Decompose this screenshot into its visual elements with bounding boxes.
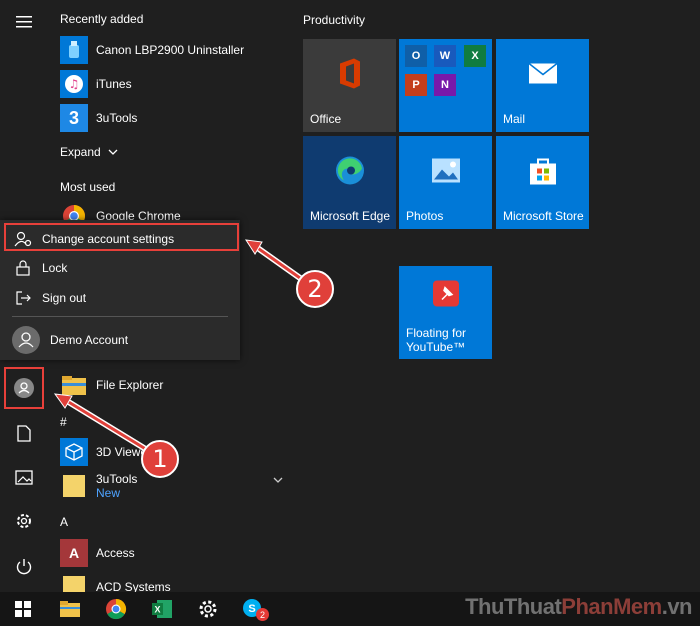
windows-logo-icon [15,601,31,617]
taskbar-excel[interactable]: X [139,592,185,626]
annotation-step-1: 1 [141,440,179,478]
annotation-step-2: 2 [296,270,334,308]
settings-gear-icon [199,600,217,618]
excel-icon: X [152,600,172,618]
watermark-part2: PhanMem [561,594,662,619]
folder-icon [60,601,80,617]
watermark: ThuThuatPhanMem.vn [465,594,692,620]
watermark-part1: ThuThuat [465,594,562,619]
svg-text:S: S [248,603,255,615]
watermark-part3: .vn [661,594,693,619]
chrome-icon [106,598,127,620]
taskbar-file-explorer[interactable] [47,592,93,626]
taskbar-settings[interactable] [185,592,231,626]
taskbar-chrome[interactable] [93,592,139,626]
start-button[interactable] [0,592,46,626]
annotation-arrows [53,239,303,451]
notification-badge: 2 [256,608,269,621]
taskbar-skype[interactable]: S 2 [231,592,277,626]
svg-text:X: X [154,605,160,615]
